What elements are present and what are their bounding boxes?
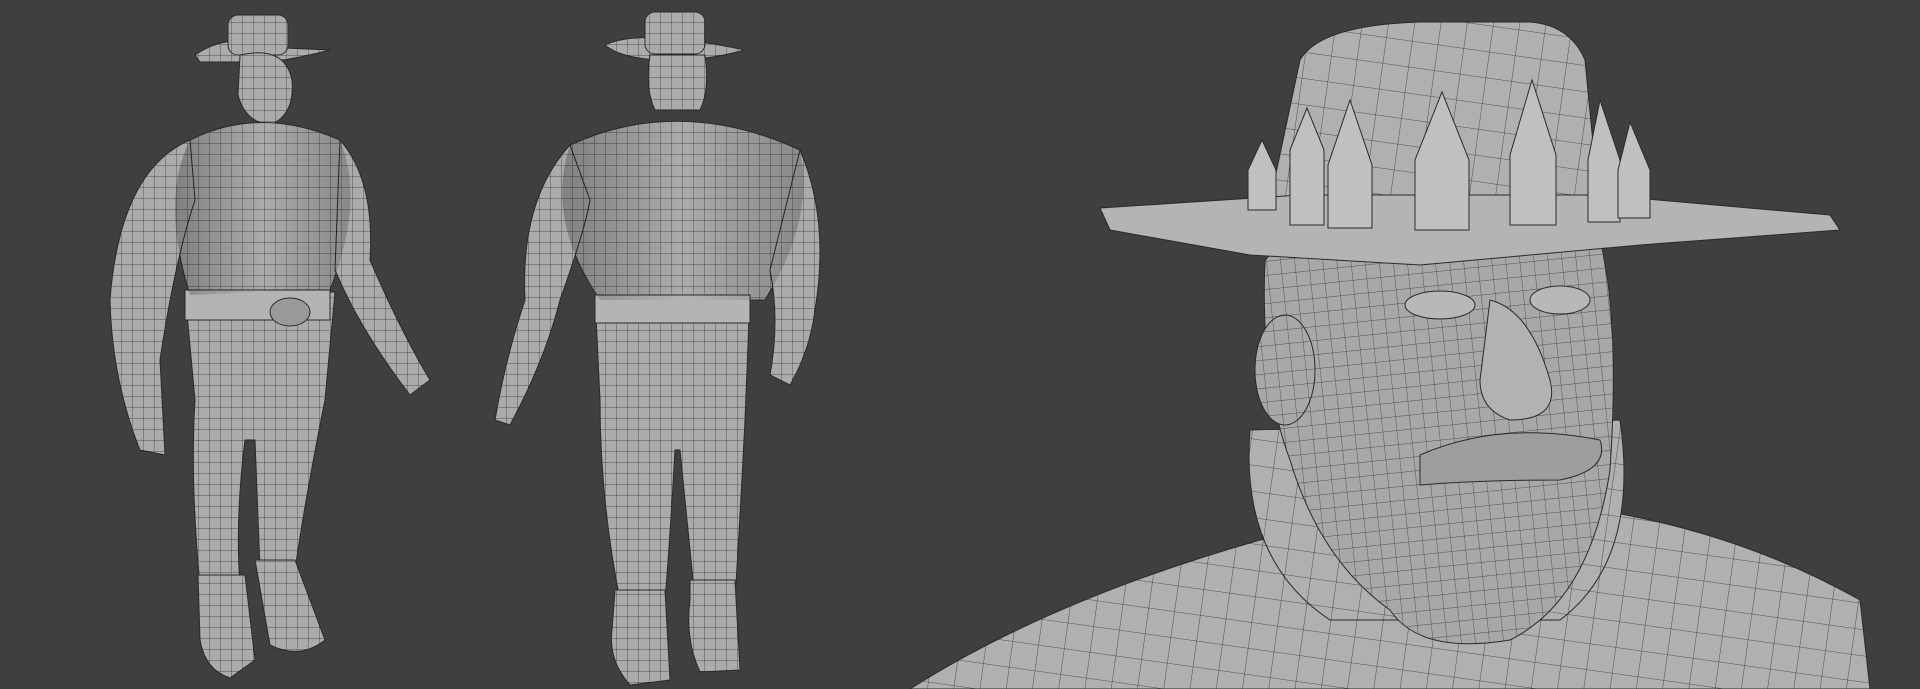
- viewport-render: [0, 0, 1920, 689]
- boot-right: [688, 579, 741, 673]
- belt-buckle: [269, 297, 311, 327]
- boot-left: [610, 589, 671, 686]
- head: [647, 54, 708, 111]
- eye-left: [1404, 290, 1476, 320]
- eye-right: [1529, 285, 1591, 315]
- ear: [1254, 314, 1316, 426]
